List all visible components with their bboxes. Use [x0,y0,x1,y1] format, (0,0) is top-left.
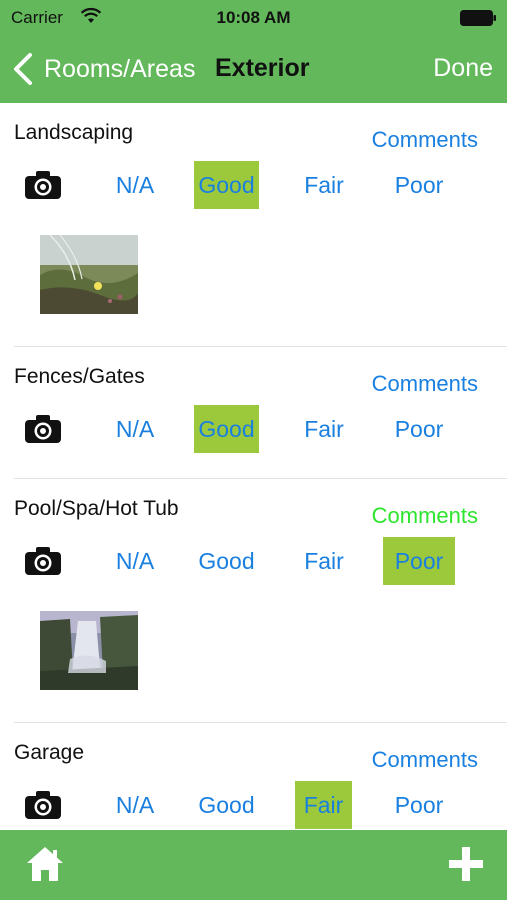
rating-fair-button[interactable]: Fair [295,781,352,829]
inspection-item-fences-gates: Fences/Gates Comments N/A Good Fair Poor [0,347,507,479]
inspection-item-landscaping: Landscaping Comments N/A Good Fair Poor [0,103,507,347]
item-title: Pool/Spa/Hot Tub [14,497,179,520]
rating-poor-button[interactable]: Poor [383,405,455,453]
rating-na-button[interactable]: N/A [109,781,161,829]
clock: 10:08 AM [216,8,291,27]
rating-na-button[interactable]: N/A [109,537,161,585]
back-button[interactable]: Rooms/Areas [12,52,195,86]
comments-button[interactable]: Comments [372,371,478,397]
rating-poor-button[interactable]: Poor [383,161,455,209]
chevron-left-icon [14,53,32,85]
home-icon[interactable] [25,844,65,884]
item-title: Fences/Gates [14,365,145,388]
item-title: Landscaping [14,121,134,144]
done-button[interactable]: Done [433,54,493,83]
item-title: Garage [14,741,85,764]
back-label: Rooms/Areas [44,54,196,83]
rating-good-button[interactable]: Good [194,537,259,585]
comments-button[interactable]: Comments [372,503,478,529]
inspection-item-pool-spa-hot-tub: Pool/Spa/Hot Tub Comments N/A Good Fair … [0,479,507,723]
rating-poor-button[interactable]: Poor [383,781,455,829]
rating-poor-button[interactable]: Poor [383,537,455,585]
inspection-item-garage: Garage Comments N/A Good Fair Poor [0,723,507,830]
battery-icon [460,10,496,26]
status-bar: Carrier 10:08 AM [0,0,507,36]
comments-button[interactable]: Comments [372,747,478,773]
camera-icon[interactable] [24,414,62,444]
rating-good-button[interactable]: Good [194,405,259,453]
rating-na-button[interactable]: N/A [109,161,161,209]
waterfall-photo[interactable] [40,611,138,690]
rating-fair-button[interactable]: Fair [297,537,351,585]
landscape-photo[interactable] [40,235,138,314]
rating-good-button[interactable]: Good [194,781,259,829]
rating-fair-button[interactable]: Fair [297,405,351,453]
navigation-bar: Rooms/Areas Exterior Done [0,36,507,103]
comments-button[interactable]: Comments [372,127,478,153]
plus-icon[interactable] [449,847,483,881]
camera-icon[interactable] [24,170,62,200]
page-title: Exterior [215,54,310,82]
inspection-list[interactable]: Landscaping Comments N/A Good Fair Poor … [0,103,507,830]
bottom-toolbar [0,830,507,900]
rating-fair-button[interactable]: Fair [297,161,351,209]
camera-icon[interactable] [24,546,62,576]
rating-good-button[interactable]: Good [194,161,259,209]
rating-na-button[interactable]: N/A [109,405,161,453]
camera-icon[interactable] [24,790,62,820]
